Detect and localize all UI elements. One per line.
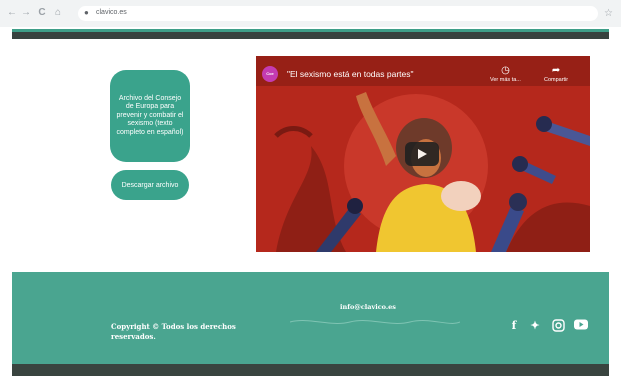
- share-button[interactable]: ➦ Compartir: [544, 65, 568, 83]
- youtube-icon[interactable]: [574, 319, 588, 333]
- archive-link-label: Archivo del Consejo de Europa para preve…: [116, 94, 184, 136]
- clock-icon: ◷: [501, 65, 510, 76]
- play-button[interactable]: [405, 142, 439, 166]
- forward-icon[interactable]: →: [20, 7, 32, 19]
- download-button[interactable]: Descargar archivo: [111, 170, 189, 200]
- footer-email-link[interactable]: info@clavico.es: [340, 303, 396, 311]
- watch-later-label: Ver más ta...: [490, 77, 521, 83]
- url-text: clavico.es: [96, 9, 127, 16]
- share-icon: ➦: [551, 65, 561, 76]
- address-bar[interactable]: [78, 6, 598, 21]
- home-icon[interactable]: ⌂: [52, 7, 64, 19]
- bookmark-star-icon[interactable]: ☆: [604, 8, 613, 19]
- share-label: Compartir: [544, 77, 569, 83]
- lock-icon: ●: [84, 8, 89, 17]
- video-title[interactable]: "El sexismo está en todas partes": [287, 69, 414, 79]
- instagram-icon[interactable]: [551, 319, 565, 333]
- download-button-label: Descargar archivo: [121, 181, 179, 189]
- site-header-bar: [12, 29, 609, 39]
- back-icon[interactable]: ←: [6, 7, 18, 19]
- channel-badge-text: Coe: [266, 71, 274, 76]
- footer-wave-divider: [290, 320, 460, 324]
- facebook-icon[interactable]: f: [507, 319, 521, 333]
- channel-avatar[interactable]: Coe: [262, 66, 278, 82]
- watch-later-button[interactable]: ◷ Ver más ta...: [490, 65, 521, 83]
- reload-icon[interactable]: C: [36, 7, 48, 19]
- copyright-text: Copyright © Todos los derechos reservado…: [111, 322, 236, 341]
- twitter-icon[interactable]: ✦: [528, 319, 542, 333]
- footer-bottom-bar: [12, 364, 609, 376]
- archive-link-button[interactable]: Archivo del Consejo de Europa para preve…: [110, 70, 190, 162]
